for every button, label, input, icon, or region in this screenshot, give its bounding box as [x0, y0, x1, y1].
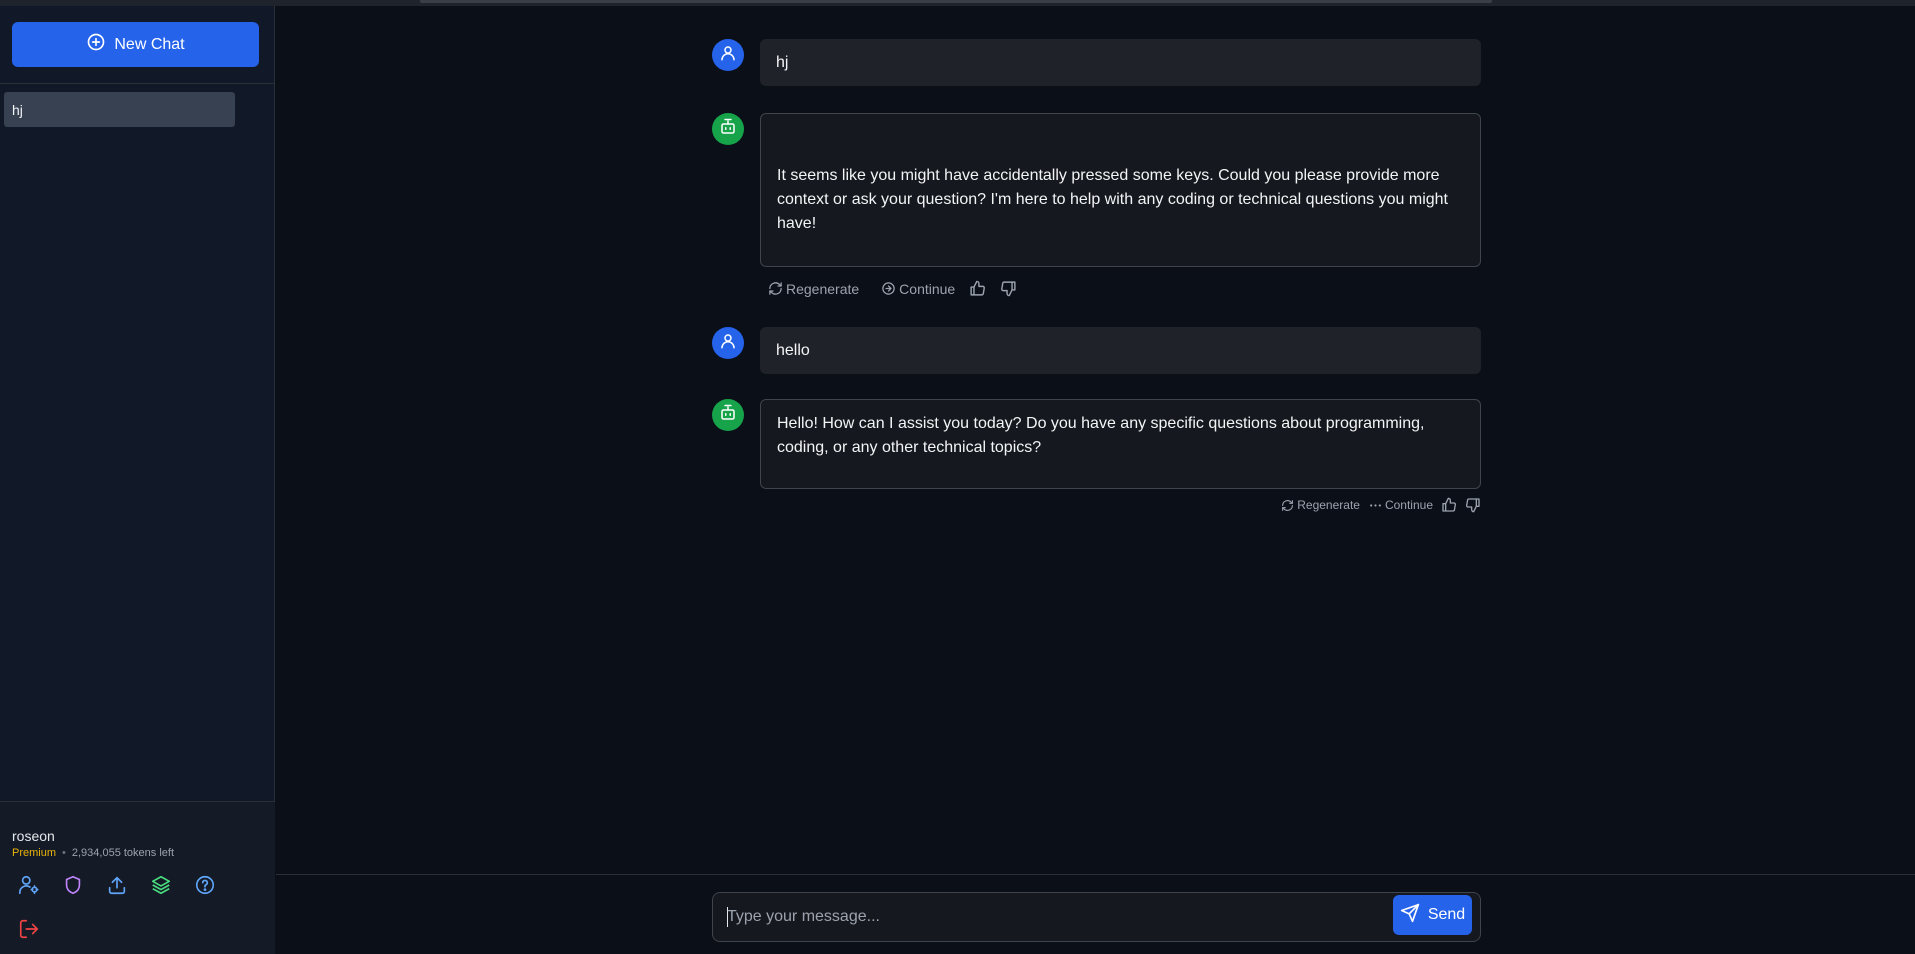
chat-history-item[interactable]: hj	[4, 92, 235, 127]
sidebar-divider	[0, 83, 275, 84]
username: roseon	[12, 828, 55, 844]
new-chat-button[interactable]: New Chat	[12, 22, 259, 67]
plus-circle-icon	[86, 32, 106, 57]
message-text: It seems like you might have accidentall…	[777, 167, 1448, 232]
assistant-message: Hello! How can I assist you today? Do yo…	[760, 399, 1481, 489]
message-composer: Send	[712, 892, 1481, 942]
user-icon	[719, 44, 737, 67]
regenerate-label: Regenerate	[1297, 498, 1360, 512]
send-icon	[1400, 903, 1420, 928]
help-icon[interactable]	[194, 874, 216, 896]
refresh-icon	[768, 281, 783, 296]
continue-button[interactable]: Continue	[881, 281, 955, 297]
tokens-remaining: 2,934,055 tokens left	[71, 847, 175, 859]
separator-dot: •	[62, 847, 66, 859]
thumbs-down-icon[interactable]	[1000, 280, 1017, 297]
user-message: hj	[760, 39, 1481, 86]
send-button[interactable]: Send	[1393, 895, 1472, 935]
continue-label: Continue	[899, 280, 956, 297]
chat-area: hj It seems like you might have accident…	[276, 6, 1915, 954]
sidebar-toolbar	[18, 874, 216, 896]
chat-history-label: hj	[12, 101, 23, 118]
message-actions: Regenerate Continue	[1281, 497, 1481, 513]
thumbs-down-icon[interactable]	[1465, 497, 1481, 513]
user-avatar	[712, 327, 744, 359]
arrow-circle-icon	[881, 281, 896, 296]
user-message: hello	[760, 327, 1481, 374]
send-label: Send	[1427, 906, 1466, 923]
message-text: Hello! How can I assist you today? Do yo…	[777, 415, 1425, 456]
robot-icon	[719, 404, 737, 427]
shield-icon[interactable]	[62, 874, 84, 896]
user-avatar	[712, 39, 744, 71]
assistant-avatar	[712, 113, 744, 145]
user-icon	[719, 332, 737, 355]
assistant-avatar	[712, 399, 744, 431]
logout-icon[interactable]	[18, 918, 40, 940]
plan-badge: Premium	[12, 847, 57, 859]
composer-divider	[276, 874, 1915, 875]
user-settings-icon[interactable]	[18, 874, 40, 896]
ellipsis-icon	[1369, 499, 1382, 512]
regenerate-label: Regenerate	[786, 280, 860, 297]
account-status: Premium • 2,934,055 tokens left	[12, 847, 174, 859]
continue-label: Continue	[1384, 498, 1433, 512]
layers-icon[interactable]	[150, 874, 172, 896]
message-text: hj	[776, 54, 789, 71]
new-chat-label: New Chat	[114, 35, 185, 53]
scrollbar-thumb[interactable]	[420, 0, 1492, 3]
thumbs-up-icon[interactable]	[1441, 497, 1457, 513]
refresh-icon	[1281, 499, 1294, 512]
sidebar-footer: roseon Premium • 2,934,055 tokens left	[0, 801, 275, 954]
continue-button[interactable]: Continue	[1369, 498, 1433, 512]
message-text: hello	[776, 342, 810, 359]
upload-icon[interactable]	[106, 874, 128, 896]
assistant-message: It seems like you might have accidentall…	[760, 113, 1481, 267]
robot-icon	[719, 118, 737, 141]
message-input[interactable]	[727, 893, 1377, 941]
message-actions: Regenerate Continue	[768, 280, 1017, 297]
sidebar: New Chat hj roseon Premium • 2,934,055 t…	[0, 6, 275, 954]
text-caret	[727, 907, 728, 927]
thumbs-up-icon[interactable]	[969, 280, 986, 297]
regenerate-button[interactable]: Regenerate	[768, 281, 859, 297]
regenerate-button[interactable]: Regenerate	[1281, 498, 1360, 512]
